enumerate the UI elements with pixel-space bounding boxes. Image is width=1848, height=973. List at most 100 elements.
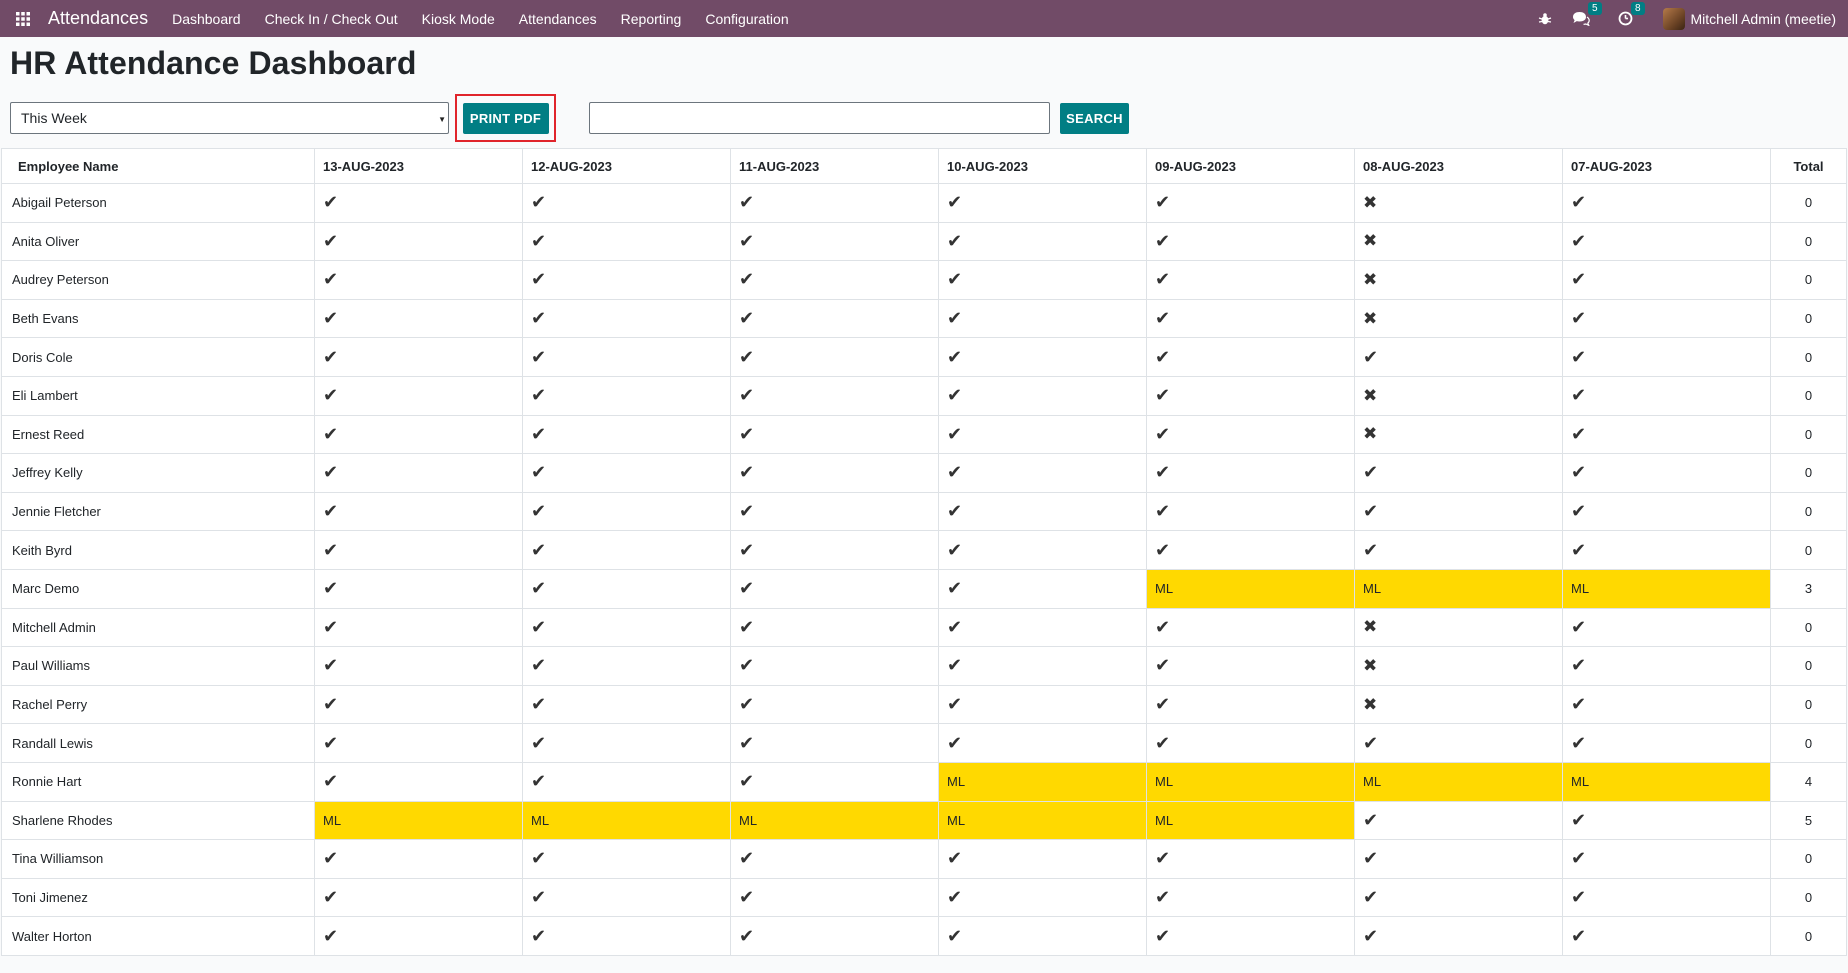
absent-cell: ✖ (1354, 607, 1563, 648)
present-check-icon: ✔ (531, 655, 547, 676)
present-cell: ✔ (1562, 298, 1771, 339)
present-check-icon: ✔ (1155, 886, 1171, 907)
present-cell: ✔ (1146, 414, 1355, 455)
messages-icon[interactable]: 5 (1572, 2, 1602, 26)
leave-code-label: ML (1571, 774, 1590, 790)
menu-dashboard[interactable]: Dashboard (172, 11, 241, 27)
print-pdf-button[interactable]: PRINT PDF (462, 102, 549, 134)
total-cell: 0 (1770, 414, 1847, 455)
present-cell: ✔ (1146, 183, 1355, 223)
present-cell: ✔ (314, 260, 523, 300)
search-input[interactable] (589, 102, 1050, 134)
leave-code-label: ML (1155, 812, 1174, 828)
menu-configuration[interactable]: Configuration (705, 11, 788, 27)
employee-name-cell: Jennie Fletcher (1, 491, 315, 532)
present-check-icon: ✔ (1155, 616, 1171, 637)
present-cell: ✔ (1146, 607, 1355, 648)
present-cell: ✔ (1354, 800, 1563, 841)
present-check-icon: ✔ (1571, 655, 1587, 676)
present-check-icon: ✔ (1155, 655, 1171, 676)
present-cell: ✔ (314, 877, 523, 918)
employee-name-cell: Ernest Reed (1, 414, 315, 455)
present-cell: ✔ (730, 530, 939, 570)
present-cell: ✔ (314, 530, 523, 570)
present-cell: ✔ (730, 414, 939, 455)
present-check-icon: ✔ (531, 616, 547, 637)
present-cell: ✔ (730, 723, 939, 763)
period-select[interactable]: This Week ▼ (10, 102, 449, 134)
present-cell: ✔ (522, 298, 731, 339)
present-check-icon: ✔ (947, 616, 963, 637)
present-check-icon: ✔ (1571, 925, 1587, 946)
present-cell: ✔ (730, 375, 939, 416)
bug-icon[interactable] (1538, 12, 1552, 26)
app-brand[interactable]: Attendances (48, 8, 148, 29)
present-cell: ✔ (938, 530, 1147, 570)
present-cell: ✔ (1562, 453, 1771, 493)
present-check-icon: ✔ (1155, 462, 1171, 483)
present-cell: ✔ (938, 298, 1147, 339)
present-check-icon: ✔ (739, 732, 755, 753)
total-cell: 0 (1770, 916, 1847, 956)
present-cell: ✔ (522, 183, 731, 223)
menu-reporting[interactable]: Reporting (621, 11, 682, 27)
search-button[interactable]: SEARCH (1060, 102, 1129, 134)
present-check-icon: ✔ (947, 462, 963, 483)
absent-x-icon: ✖ (1363, 655, 1378, 675)
present-check-icon: ✔ (531, 269, 547, 290)
employee-name-cell: Tina Williamson (1, 839, 315, 879)
present-cell: ✔ (1354, 839, 1563, 879)
leave-code-label: ML (947, 774, 966, 790)
present-cell: ✔ (314, 568, 523, 609)
employee-name-cell: Eli Lambert (1, 375, 315, 416)
medical-leave-cell: ML (938, 800, 1147, 841)
present-cell: ✔ (1354, 491, 1563, 532)
present-cell: ✔ (1562, 646, 1771, 686)
employee-name-cell: Marc Demo (1, 568, 315, 609)
present-check-icon: ✔ (531, 230, 547, 251)
present-check-icon: ✔ (739, 385, 755, 406)
total-cell: 0 (1770, 684, 1847, 725)
present-check-icon: ✔ (739, 308, 755, 329)
present-check-icon: ✔ (1363, 925, 1379, 946)
present-cell: ✔ (1146, 221, 1355, 262)
present-cell: ✔ (1146, 375, 1355, 416)
medical-leave-cell: ML (1354, 568, 1563, 609)
table-row: Doris Cole ✔ ✔ ✔ ✔ ✔ ✔ ✔ 0 (1, 337, 1847, 377)
employee-name-cell: Jeffrey Kelly (1, 453, 315, 493)
top-navbar: Attendances Dashboard Check In / Check O… (0, 0, 1848, 37)
table-row: Toni Jimenez ✔ ✔ ✔ ✔ ✔ ✔ ✔ 0 (1, 877, 1847, 918)
present-check-icon: ✔ (739, 192, 755, 213)
present-check-icon: ✔ (1155, 269, 1171, 290)
present-check-icon: ✔ (1571, 230, 1587, 251)
employee-name-cell: Walter Horton (1, 916, 315, 956)
present-check-icon: ✔ (1155, 694, 1171, 715)
present-cell: ✔ (1354, 723, 1563, 763)
present-check-icon: ✔ (947, 655, 963, 676)
present-check-icon: ✔ (1155, 192, 1171, 213)
leave-code-label: ML (739, 812, 758, 828)
activities-clock-icon[interactable]: 8 (1618, 2, 1645, 26)
menu-check-in-check-out[interactable]: Check In / Check Out (265, 11, 398, 27)
absent-cell: ✖ (1354, 183, 1563, 223)
medical-leave-cell: ML (938, 761, 1147, 802)
present-check-icon: ✔ (323, 578, 339, 599)
date-header: 11-AUG-2023 (730, 148, 939, 184)
present-cell: ✔ (522, 337, 731, 377)
menu-kiosk-mode[interactable]: Kiosk Mode (422, 11, 495, 27)
present-check-icon: ✔ (323, 308, 339, 329)
present-cell: ✔ (314, 607, 523, 648)
table-row: Walter Horton ✔ ✔ ✔ ✔ ✔ ✔ ✔ 0 (1, 916, 1847, 956)
present-cell: ✔ (1562, 337, 1771, 377)
present-cell: ✔ (522, 568, 731, 609)
present-check-icon: ✔ (947, 886, 963, 907)
apps-grid-icon[interactable] (12, 8, 34, 30)
present-cell: ✔ (730, 916, 939, 956)
attendance-table-body: Abigail Peterson ✔ ✔ ✔ ✔ ✔ ✖ ✔ 0 Anita Oliver ✔ ✔ ✔ ✔… (1, 183, 1847, 956)
leave-code-label: ML (1155, 581, 1174, 597)
employee-name-cell: Doris Cole (1, 337, 315, 377)
present-cell: ✔ (1562, 916, 1771, 956)
employee-name-cell: Abigail Peterson (1, 183, 315, 223)
user-menu[interactable]: Mitchell Admin (meetie) (1662, 7, 1836, 30)
menu-attendances[interactable]: Attendances (519, 11, 597, 27)
